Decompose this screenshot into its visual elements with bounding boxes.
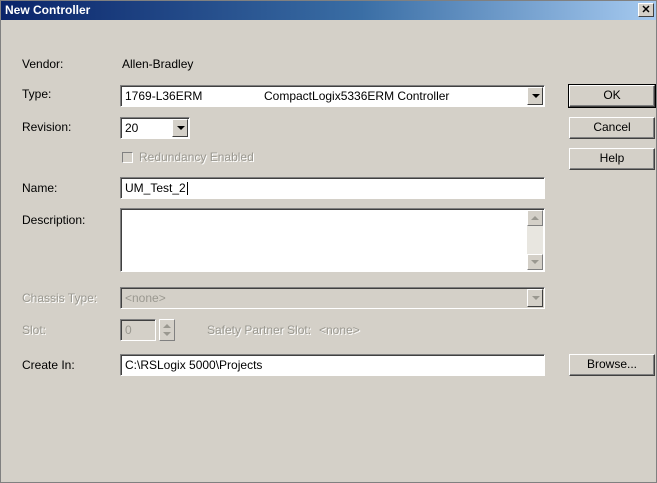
cancel-button[interactable]: Cancel — [569, 117, 655, 139]
chevron-down-icon — [532, 94, 540, 98]
ok-button[interactable]: OK — [568, 84, 656, 108]
type-dropdown-button[interactable] — [527, 87, 543, 105]
safety-partner-slot-label: Safety Partner Slot: — [207, 323, 312, 337]
type-catalog: 1769-L36ERM — [125, 89, 203, 103]
slot-value: 0 — [125, 323, 132, 337]
revision-value: 20 — [125, 121, 139, 135]
scroll-down-button[interactable] — [527, 254, 543, 270]
new-controller-dialog: New Controller ✕ Vendor: Allen-Bradley T… — [0, 0, 657, 483]
create-in-label: Create In: — [22, 358, 75, 372]
chassis-type-select[interactable]: <none> — [120, 287, 545, 309]
chevron-down-icon — [531, 260, 539, 264]
type-description: CompactLogix5336ERM Controller — [264, 89, 450, 103]
description-textarea[interactable] — [120, 208, 545, 272]
slot-input[interactable]: 0 — [120, 319, 156, 341]
name-value: UM_Test_2 — [125, 181, 186, 195]
type-select[interactable]: 1769-L36ERM CompactLogix5336ERM Controll… — [120, 85, 545, 107]
create-in-input[interactable]: C:\RSLogix 5000\Projects — [120, 354, 545, 376]
revision-label: Revision: — [22, 120, 72, 134]
chevron-down-icon — [532, 296, 540, 300]
vendor-label: Vendor: — [22, 57, 64, 71]
close-icon[interactable]: ✕ — [638, 3, 654, 17]
revision-select[interactable]: 20 — [120, 117, 190, 139]
spin-arrows-icon[interactable] — [159, 319, 175, 341]
redundancy-checkbox[interactable] — [122, 152, 133, 163]
create-in-value: C:\RSLogix 5000\Projects — [125, 358, 263, 372]
chassis-type-label: Chassis Type: — [22, 291, 98, 305]
name-label: Name: — [22, 181, 58, 195]
chevron-down-icon — [177, 126, 185, 130]
redundancy-label: Redundancy Enabled — [139, 150, 254, 164]
window-title: New Controller — [5, 3, 91, 17]
description-scrollbar[interactable] — [527, 210, 543, 270]
description-label: Description: — [22, 213, 86, 227]
safety-partner-slot-value: <none> — [319, 323, 360, 337]
title-bar: New Controller ✕ — [1, 1, 656, 20]
name-input[interactable]: UM_Test_2 — [120, 177, 545, 199]
text-caret — [186, 182, 188, 196]
type-label: Type: — [22, 87, 52, 101]
vendor-value: Allen-Bradley — [122, 57, 194, 71]
chassis-type-value: <none> — [125, 291, 166, 305]
chassis-type-dropdown-button[interactable] — [527, 289, 543, 307]
revision-dropdown-button[interactable] — [172, 119, 188, 137]
scroll-up-button[interactable] — [527, 210, 543, 226]
help-button[interactable]: Help — [569, 148, 655, 170]
slot-label: Slot: — [22, 323, 47, 337]
chevron-up-icon — [531, 216, 539, 220]
browse-button[interactable]: Browse... — [569, 354, 655, 376]
